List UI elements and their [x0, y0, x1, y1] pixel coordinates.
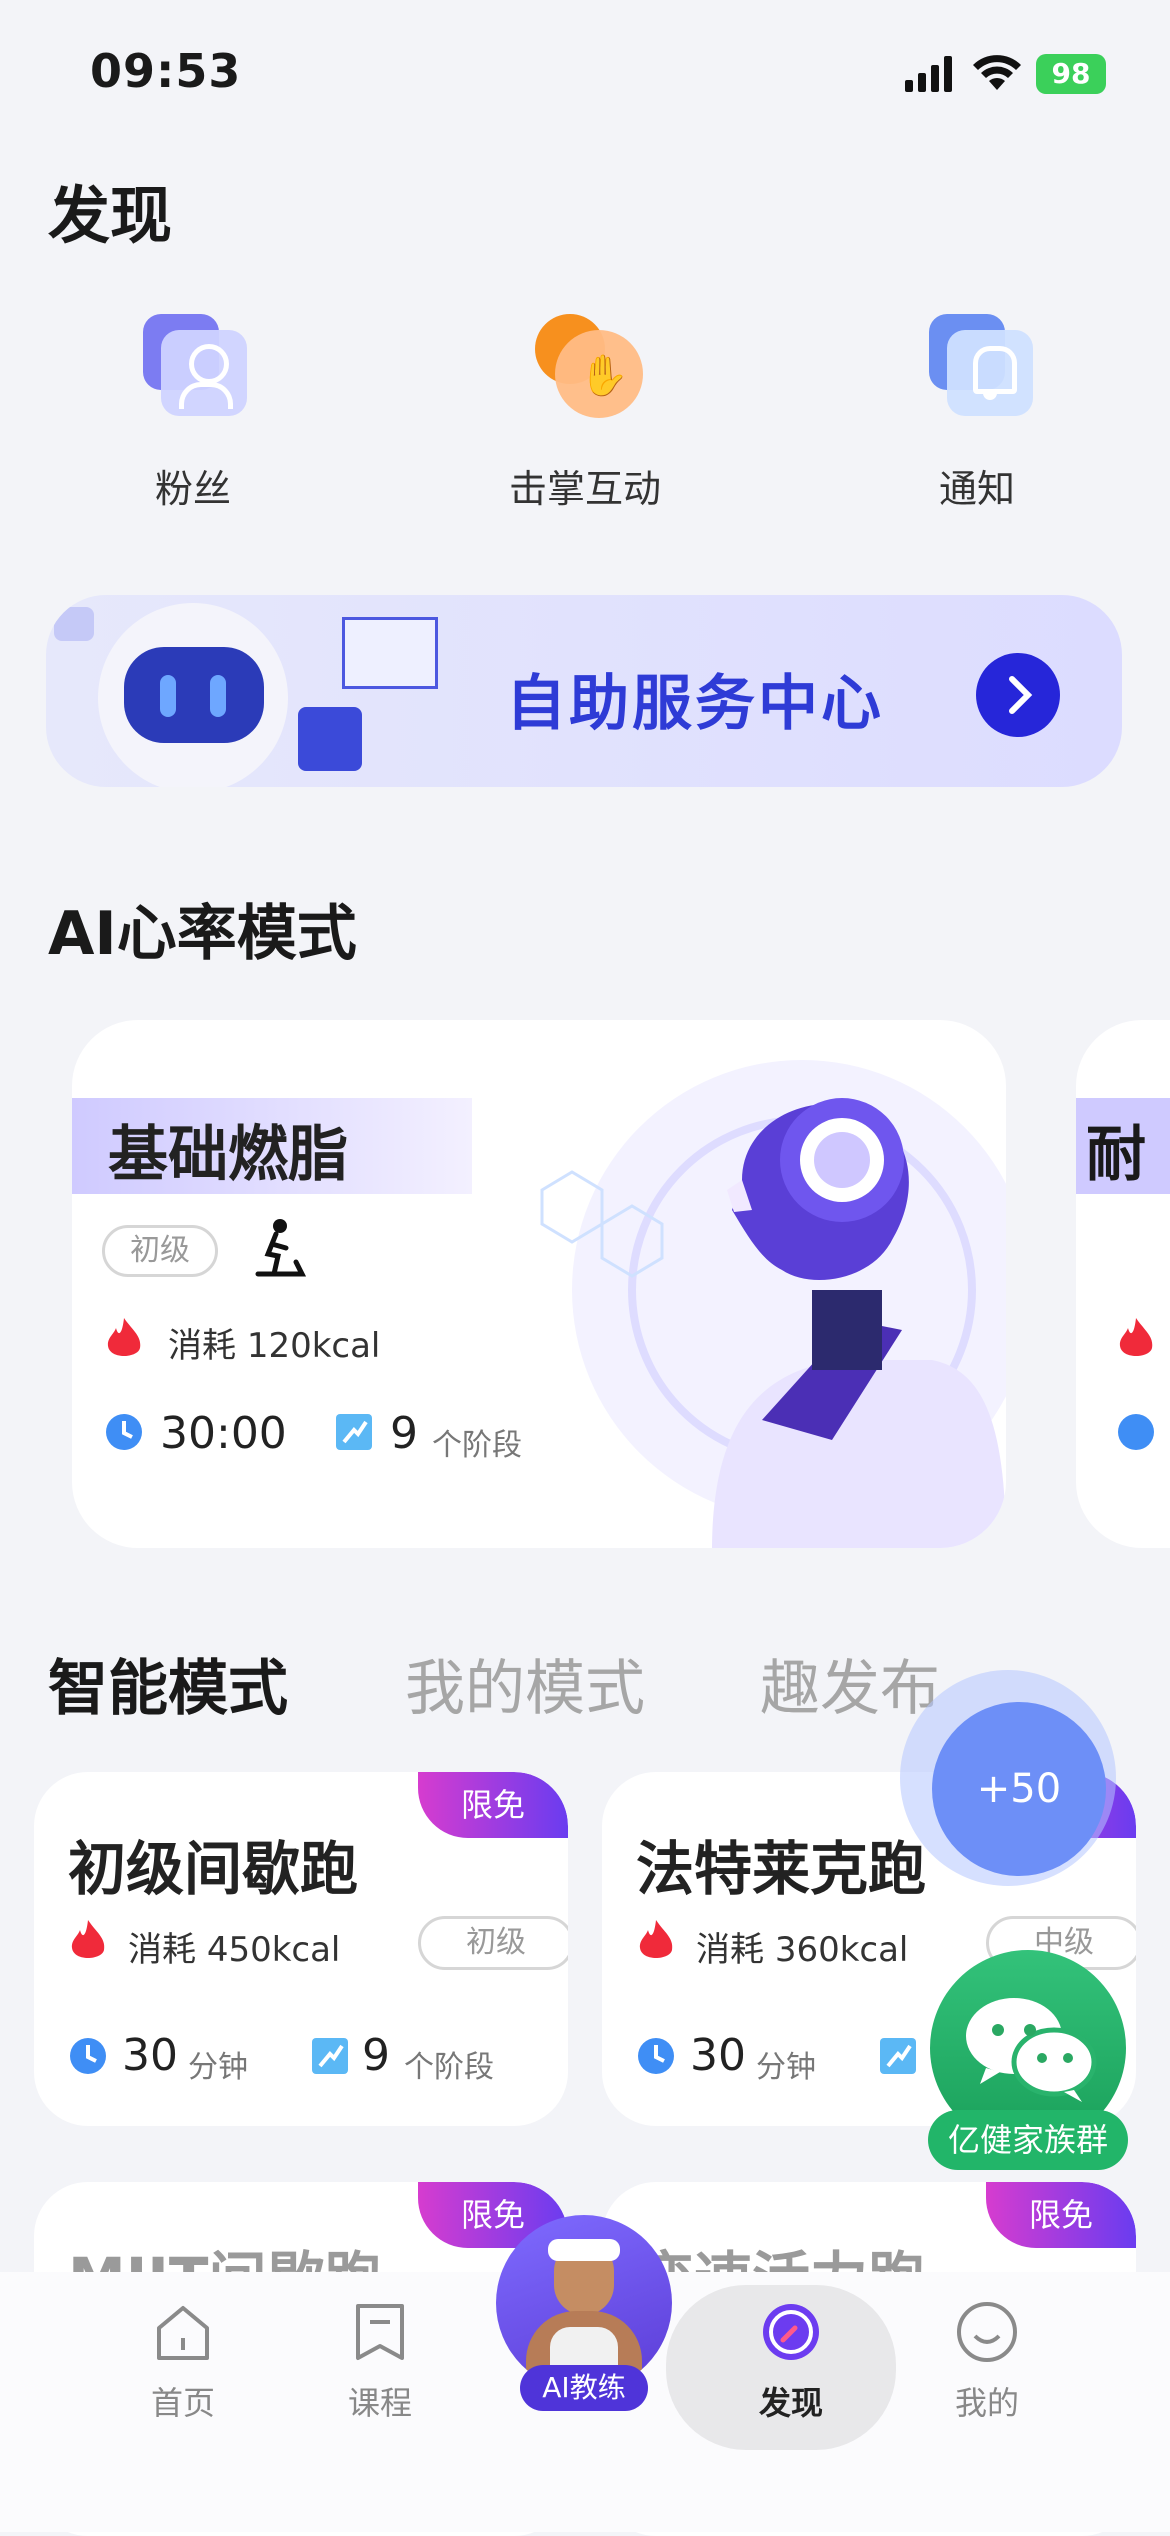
quick-action-fans[interactable]: 粉丝 — [43, 300, 343, 513]
free-badge: 限免 — [418, 1772, 568, 1838]
clock-icon — [1118, 1414, 1154, 1450]
fans-icon — [133, 300, 253, 420]
tabbar-label: 首页 — [150, 2384, 215, 2422]
screen-icon — [342, 617, 438, 689]
fire-icon — [1119, 1318, 1153, 1356]
tabbar-label: 我的 — [954, 2384, 1019, 2422]
quick-action-highfive[interactable]: ✋ 击掌互动 — [435, 300, 735, 513]
battery-indicator: 98 — [1036, 54, 1106, 94]
stage-icon — [312, 2038, 348, 2074]
signal-icon — [905, 56, 952, 92]
minutes-value: 30 — [690, 2030, 746, 2081]
points-button[interactable]: +50 — [932, 1702, 1106, 1876]
fire-icon — [639, 1920, 673, 1958]
tabbar-item-courses[interactable]: 课程 — [300, 2300, 460, 2424]
banner-arrow-button[interactable] — [976, 653, 1060, 737]
treadmill-icon — [255, 1219, 306, 1277]
stages-value: 9 — [362, 2030, 390, 2081]
wifi-icon — [973, 55, 1021, 90]
ai-card-next[interactable]: 耐 — [1076, 1020, 1170, 1548]
burn-text: 消耗 120kcal — [168, 1326, 381, 1366]
tab-publish[interactable]: 趣发布 — [760, 1640, 940, 1727]
tabbar-label: 课程 — [347, 2384, 412, 2422]
burn-text: 消耗 360kcal — [696, 1930, 909, 1970]
free-badge: 限免 — [986, 2182, 1136, 2248]
ai-coach-label[interactable]: AI教练 — [520, 2365, 648, 2411]
tabbar-label: 发现 — [758, 2384, 823, 2422]
tabbar-item-home[interactable]: 首页 — [103, 2300, 263, 2424]
status-time: 09:53 — [90, 44, 242, 98]
ai-heart-rate-card[interactable]: 基础燃脂 初级 消耗 120kcal 30:00 9 个阶段 — [72, 1020, 1006, 1548]
high-five-icon: ✋ — [525, 300, 645, 420]
stage-icon — [880, 2038, 916, 2074]
support-person-icon — [298, 707, 362, 771]
fire-icon — [107, 1318, 141, 1356]
tab-smart-mode[interactable]: 智能模式 — [48, 1640, 288, 1727]
bell-icon — [917, 300, 1037, 420]
mode-name: 初级间歇跑 — [68, 1835, 359, 1903]
burn-text: 消耗 450kcal — [128, 1930, 341, 1970]
bookmark-icon — [356, 2304, 404, 2360]
tabbar-item-discover[interactable]: 发现 — [711, 2300, 871, 2424]
fire-icon — [71, 1920, 105, 1958]
stages-value: 9 — [390, 1408, 418, 1459]
clock-icon — [106, 1414, 142, 1450]
tab-my-mode[interactable]: 我的模式 — [405, 1640, 645, 1727]
quick-action-label: 击掌互动 — [508, 467, 661, 511]
wechat-group-label[interactable]: 亿健家族群 — [928, 2110, 1128, 2170]
ai-section-title: AI心率模式 — [48, 899, 357, 969]
robot-illustration — [98, 603, 288, 787]
stages-unit: 个阶段 — [432, 1428, 522, 1463]
minutes-unit: 分钟 — [188, 2050, 248, 2085]
self-service-banner[interactable]: 自助服务中心 — [46, 595, 1122, 787]
clock-icon — [70, 2038, 106, 2074]
duration-value: 30:00 — [160, 1408, 287, 1459]
chevron-right-icon — [1009, 676, 1033, 714]
minutes-unit: 分钟 — [756, 2050, 816, 2085]
banner-text: 自助服务中心 — [506, 669, 884, 739]
stages-unit: 个阶段 — [404, 2050, 494, 2085]
chat-bubble-icon — [54, 607, 94, 641]
home-icon — [157, 2306, 209, 2360]
smile-icon — [957, 2302, 1017, 2362]
ai-robot-illustration — [540, 1060, 1006, 1548]
quick-action-label: 通知 — [938, 467, 1015, 511]
mode-name: 法特莱克跑 — [636, 1835, 927, 1903]
mode-card[interactable]: 限免 初级间歇跑 消耗 450kcal 初级 30 分钟 9 个阶段 — [34, 1772, 568, 2126]
tabbar-item-me[interactable]: 我的 — [907, 2300, 1067, 2424]
level-pill: 初级 — [102, 1225, 218, 1277]
card-title: 基础燃脂 — [108, 1120, 348, 1190]
page-title: 发现 — [48, 179, 173, 252]
compass-icon — [763, 2304, 819, 2360]
quick-action-notice[interactable]: 通知 — [827, 300, 1127, 513]
stage-icon — [336, 1414, 372, 1450]
minutes-value: 30 — [122, 2030, 178, 2081]
clock-icon — [638, 2038, 674, 2074]
level-pill: 初级 — [418, 1916, 568, 1970]
quick-action-label: 粉丝 — [154, 467, 231, 511]
card-title: 耐 — [1086, 1120, 1146, 1190]
